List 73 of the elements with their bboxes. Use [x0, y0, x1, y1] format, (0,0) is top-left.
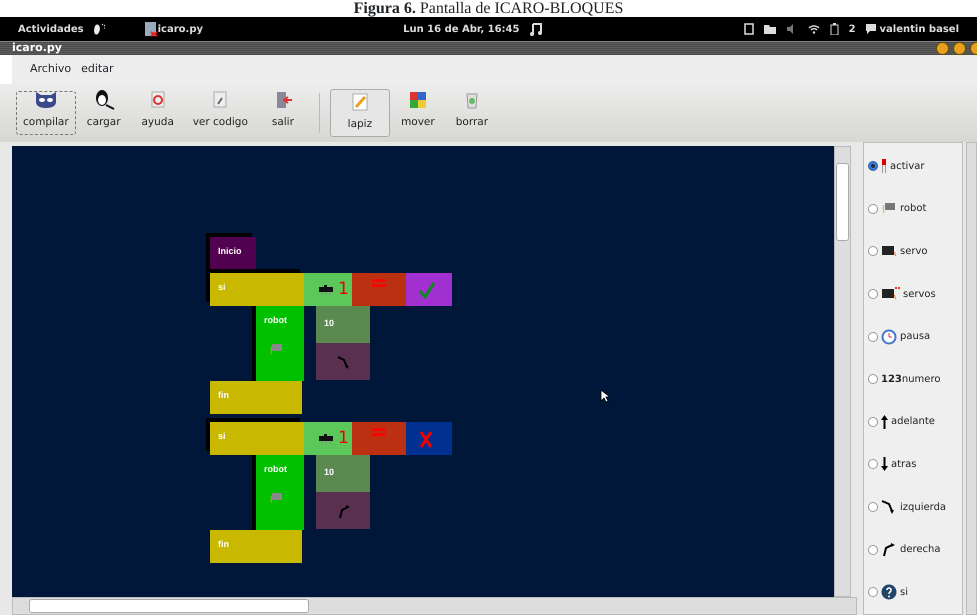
check-icon [418, 280, 436, 298]
vertical-scrollbar[interactable] [834, 146, 851, 597]
palette-label[interactable]: servo [900, 244, 928, 259]
vertical-scrollbar[interactable] [966, 142, 977, 615]
radio-button[interactable] [868, 246, 878, 256]
user-name[interactable]: valentin basel [880, 22, 960, 36]
toolbar-button[interactable]: ayuda [132, 91, 184, 135]
number-icon: 123 [881, 372, 902, 387]
switch-icon [318, 284, 334, 294]
palette-label[interactable]: activar [890, 158, 924, 174]
chat-bubble-icon[interactable] [866, 24, 876, 34]
down-arrow-icon [881, 457, 888, 472]
workspace-number[interactable]: 2 [848, 22, 856, 36]
radio-button[interactable] [868, 502, 878, 512]
led-icon [881, 159, 887, 174]
minimize-button[interactable] [936, 42, 949, 55]
up-arrow-icon [881, 414, 888, 429]
palette-label[interactable]: derecha [900, 542, 941, 558]
clipboard-icon[interactable] [744, 23, 754, 35]
battery-icon[interactable] [830, 23, 839, 35]
radio-button[interactable] [868, 332, 878, 342]
question-icon [881, 584, 897, 600]
block-canvas[interactable]: Inicio si 1 = robot 10 fin si 1 = robot 10 fin [12, 146, 834, 597]
menu-item[interactable]: editar [81, 61, 114, 78]
turn-arrow-icon [335, 354, 351, 370]
toolbar-button[interactable]: borrar [446, 91, 498, 135]
radio-button[interactable] [868, 374, 878, 384]
palette-label[interactable]: servos [903, 286, 936, 302]
radio-button[interactable] [868, 587, 878, 598]
motor-icon [270, 490, 284, 502]
servo-icon [881, 286, 900, 302]
toolbar-button[interactable]: lapiz [330, 89, 390, 137]
palette-label[interactable]: atras [891, 456, 916, 472]
turn-arrow-icon [881, 542, 897, 558]
radio-button[interactable] [868, 289, 878, 300]
palette-label[interactable]: numero [902, 372, 940, 387]
figure-caption: Figura 6. Pantalla de ICARO-BLOQUES [354, 0, 624, 17]
servo-icon [881, 243, 897, 260]
menu-item[interactable]: Archivo [30, 61, 72, 78]
turn-arrow-icon [881, 499, 897, 516]
document-icon[interactable] [144, 21, 158, 37]
boolean-block[interactable] [406, 422, 452, 455]
palette-label[interactable]: pausa [900, 329, 930, 344]
radio-button[interactable] [868, 416, 878, 427]
mouse-pointer-icon [600, 389, 610, 403]
motor-icon [270, 342, 284, 354]
radio-button[interactable] [868, 161, 878, 172]
radio-button[interactable] [868, 544, 878, 555]
maximize-button[interactable] [953, 42, 966, 55]
palette-label[interactable]: robot [900, 201, 926, 216]
radio-button[interactable] [868, 459, 878, 470]
number-block[interactable]: 10 [316, 306, 370, 343]
palette-label[interactable]: si [900, 584, 908, 600]
radio-button[interactable] [868, 204, 878, 214]
folder-icon[interactable] [764, 24, 776, 34]
activities-button[interactable]: Actividades [18, 22, 84, 36]
clock-icon [881, 328, 897, 345]
palette-label[interactable]: adelante [891, 414, 935, 430]
toolbar-button[interactable]: mover [392, 91, 444, 135]
app-name[interactable]: icaro.py [158, 22, 204, 36]
cross-icon [418, 430, 434, 448]
horizontal-scrollbar[interactable] [12, 597, 857, 615]
window-title: icaro.py [12, 40, 62, 56]
switch-icon [318, 434, 334, 444]
palette-label[interactable]: izquierda [900, 500, 946, 515]
toolbar-button[interactable]: salir [256, 91, 309, 135]
toolbar-button[interactable]: compilar [16, 91, 76, 135]
wifi-icon[interactable] [808, 24, 820, 34]
toolbar-button[interactable]: cargar [78, 91, 130, 135]
toolbar-button[interactable]: ver codigo [186, 91, 255, 135]
clock[interactable]: Lun 16 de Abr, 16:45 [403, 22, 520, 36]
number-block[interactable]: 10 [316, 455, 370, 492]
music-note-icon[interactable] [529, 22, 544, 36]
